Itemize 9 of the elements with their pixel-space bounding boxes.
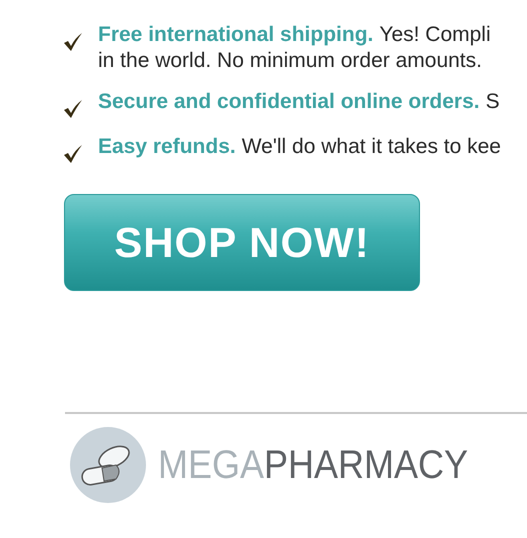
benefit-title: Secure and confidential online orders. [98, 90, 480, 113]
benefit-text: in the world. No minimum order amounts. [98, 49, 482, 72]
benefit-title: Easy refunds. [98, 135, 236, 158]
logo-wordmark: MEGAPHARMACY [158, 442, 468, 488]
benefit-text: Yes! Compli [379, 23, 491, 46]
benefit-text: We'll do what it takes to kee [242, 135, 501, 158]
benefit-text: S [486, 90, 500, 113]
shop-now-button[interactable]: SHOP NOW! [64, 194, 420, 291]
benefit-title: Free international shipping. [98, 23, 374, 46]
